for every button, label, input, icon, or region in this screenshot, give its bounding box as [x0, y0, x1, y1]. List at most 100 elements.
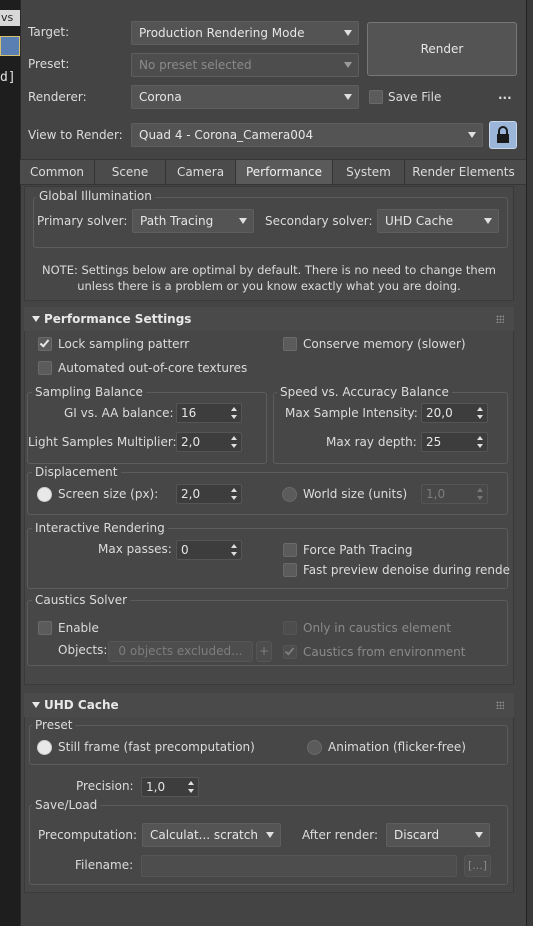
- background-code-text: d]: [0, 70, 16, 85]
- lock-sampling-label: Lock sampling patterr: [58, 337, 190, 351]
- light-samples-spinner[interactable]: 2,0: [176, 432, 242, 452]
- tab-performance[interactable]: Performance: [236, 160, 333, 184]
- tab-scene[interactable]: Scene: [95, 160, 166, 184]
- spinner-up-icon[interactable]: [231, 488, 237, 492]
- screen-size-spinner[interactable]: 2,0: [176, 484, 242, 504]
- tab-render-elements[interactable]: Render Elements: [405, 160, 522, 184]
- conserve-memory-label: Conserve memory (slower): [303, 337, 466, 351]
- render-setup-window: { "background": { "left_text_1": "vs", "…: [0, 0, 533, 926]
- tab-system[interactable]: System: [333, 160, 405, 184]
- world-size-radio[interactable]: [282, 487, 297, 502]
- spinner-down-icon[interactable]: [477, 496, 483, 500]
- precision-spinner[interactable]: 1,0: [141, 777, 199, 797]
- gi-aa-balance-spinner[interactable]: 16: [176, 403, 242, 423]
- speed-accuracy-title: Speed vs. Accuracy Balance: [277, 385, 452, 399]
- spinner-up-icon[interactable]: [231, 436, 237, 440]
- spinner-down-icon[interactable]: [188, 789, 194, 793]
- tab-camera[interactable]: Camera: [166, 160, 236, 184]
- world-size-spinner[interactable]: 1,0: [421, 484, 488, 504]
- gi-aa-balance-value: 16: [181, 406, 197, 420]
- screen-size-radio[interactable]: [37, 487, 52, 502]
- filename-label: Filename:: [75, 858, 134, 872]
- spinner-down-icon[interactable]: [231, 496, 237, 500]
- after-render-dropdown[interactable]: Discard: [386, 823, 490, 847]
- chevron-down-icon: [344, 94, 352, 100]
- precomputation-value: Calculat... scratch: [150, 828, 258, 842]
- collapse-triangle-icon: [32, 316, 40, 322]
- max-sample-intensity-spinner[interactable]: 20,0: [421, 403, 488, 423]
- screen-size-value: 2,0: [181, 487, 201, 501]
- drag-grip-icon[interactable]: [496, 701, 504, 709]
- view-to-render-dropdown[interactable]: Quad 4 - Corona_Camera004: [131, 123, 483, 147]
- caustics-environment-checkbox[interactable]: [283, 645, 297, 659]
- caustics-objects-button[interactable]: 0 objects excluded...: [108, 641, 253, 662]
- target-dropdown[interactable]: Production Rendering Mode: [131, 21, 359, 45]
- spinner-up-icon[interactable]: [231, 407, 237, 411]
- secondary-solver-value: UHD Cache: [385, 214, 454, 228]
- spinner-up-icon[interactable]: [231, 544, 237, 548]
- preset-dropdown[interactable]: No preset selected: [131, 53, 359, 77]
- only-caustics-element-label: Only in caustics element: [303, 621, 452, 635]
- save-file-checkbox[interactable]: [369, 90, 383, 104]
- max-ray-depth-spinner[interactable]: 25: [421, 432, 488, 452]
- spinner-down-icon[interactable]: [477, 444, 483, 448]
- world-size-value: 1,0: [426, 487, 446, 501]
- chevron-down-icon: [484, 218, 492, 224]
- gi-aa-balance-label: GI vs. AA balance:: [64, 406, 174, 420]
- lock-sampling-checkbox[interactable]: [38, 337, 52, 351]
- caustics-enable-label: Enable: [58, 621, 99, 635]
- uhd-cache-header[interactable]: UHD Cache: [24, 693, 514, 717]
- precomputation-dropdown[interactable]: Calculat... scratch: [142, 823, 281, 847]
- force-path-tracing-label: Force Path Tracing: [303, 543, 413, 557]
- spinner-down-icon[interactable]: [231, 552, 237, 556]
- add-object-button[interactable]: +: [256, 641, 272, 662]
- checkmark-icon: [284, 645, 295, 656]
- drag-grip-icon[interactable]: [496, 315, 504, 323]
- precomputation-label: Precomputation:: [38, 828, 138, 842]
- spinner-up-icon[interactable]: [477, 488, 483, 492]
- render-button[interactable]: Render: [367, 22, 517, 76]
- only-caustics-element-checkbox[interactable]: [283, 621, 297, 635]
- precision-value: 1,0: [146, 780, 166, 794]
- filename-input[interactable]: [141, 855, 457, 877]
- chevron-down-icon: [475, 832, 483, 838]
- background-toolbar-icon: [0, 36, 20, 56]
- spinner-up-icon[interactable]: [188, 781, 194, 785]
- conserve-memory-checkbox[interactable]: [283, 337, 297, 351]
- max-passes-label: Max passes:: [98, 542, 172, 556]
- renderer-dropdown[interactable]: Corona: [131, 85, 359, 109]
- automated-textures-checkbox[interactable]: [38, 361, 52, 375]
- animation-radio[interactable]: [307, 740, 322, 755]
- force-path-tracing-checkbox[interactable]: [283, 543, 297, 557]
- max-sample-intensity-label: Max Sample Intensity:: [285, 406, 418, 420]
- interactive-rendering-group: [27, 528, 508, 589]
- max-ray-depth-value: 25: [426, 435, 442, 449]
- still-frame-radio[interactable]: [37, 740, 52, 755]
- spinner-down-icon[interactable]: [231, 444, 237, 448]
- filename-browse-button[interactable]: [...]: [464, 855, 491, 877]
- chevron-down-icon: [344, 30, 352, 36]
- spinner-up-icon[interactable]: [477, 436, 483, 440]
- interactive-rendering-title: Interactive Rendering: [32, 521, 168, 535]
- preset-label: Preset:: [28, 57, 70, 71]
- primary-solver-dropdown[interactable]: Path Tracing: [132, 209, 254, 233]
- caustics-solver-title: Caustics Solver: [32, 593, 131, 607]
- secondary-solver-dropdown[interactable]: UHD Cache: [377, 209, 499, 233]
- save-file-browse-button[interactable]: ...: [498, 88, 512, 102]
- view-to-render-value: Quad 4 - Corona_Camera004: [139, 128, 314, 142]
- global-illumination-title: Global Illumination: [36, 189, 155, 203]
- still-frame-label: Still frame (fast precomputation): [58, 740, 255, 754]
- secondary-solver-label: Secondary solver:: [265, 214, 373, 228]
- spinner-down-icon[interactable]: [231, 415, 237, 419]
- fast-preview-denoise-checkbox[interactable]: [283, 563, 297, 577]
- chevron-down-icon: [266, 832, 274, 838]
- spinner-up-icon[interactable]: [477, 407, 483, 411]
- max-passes-spinner[interactable]: 0: [176, 540, 242, 560]
- tab-common[interactable]: Common: [20, 160, 95, 184]
- lock-view-button[interactable]: [489, 121, 517, 149]
- fast-preview-denoise-label: Fast preview denoise during rende: [303, 563, 510, 577]
- lock-icon: [497, 126, 509, 143]
- caustics-enable-checkbox[interactable]: [38, 621, 52, 635]
- performance-settings-header[interactable]: Performance Settings: [24, 307, 514, 331]
- spinner-down-icon[interactable]: [477, 415, 483, 419]
